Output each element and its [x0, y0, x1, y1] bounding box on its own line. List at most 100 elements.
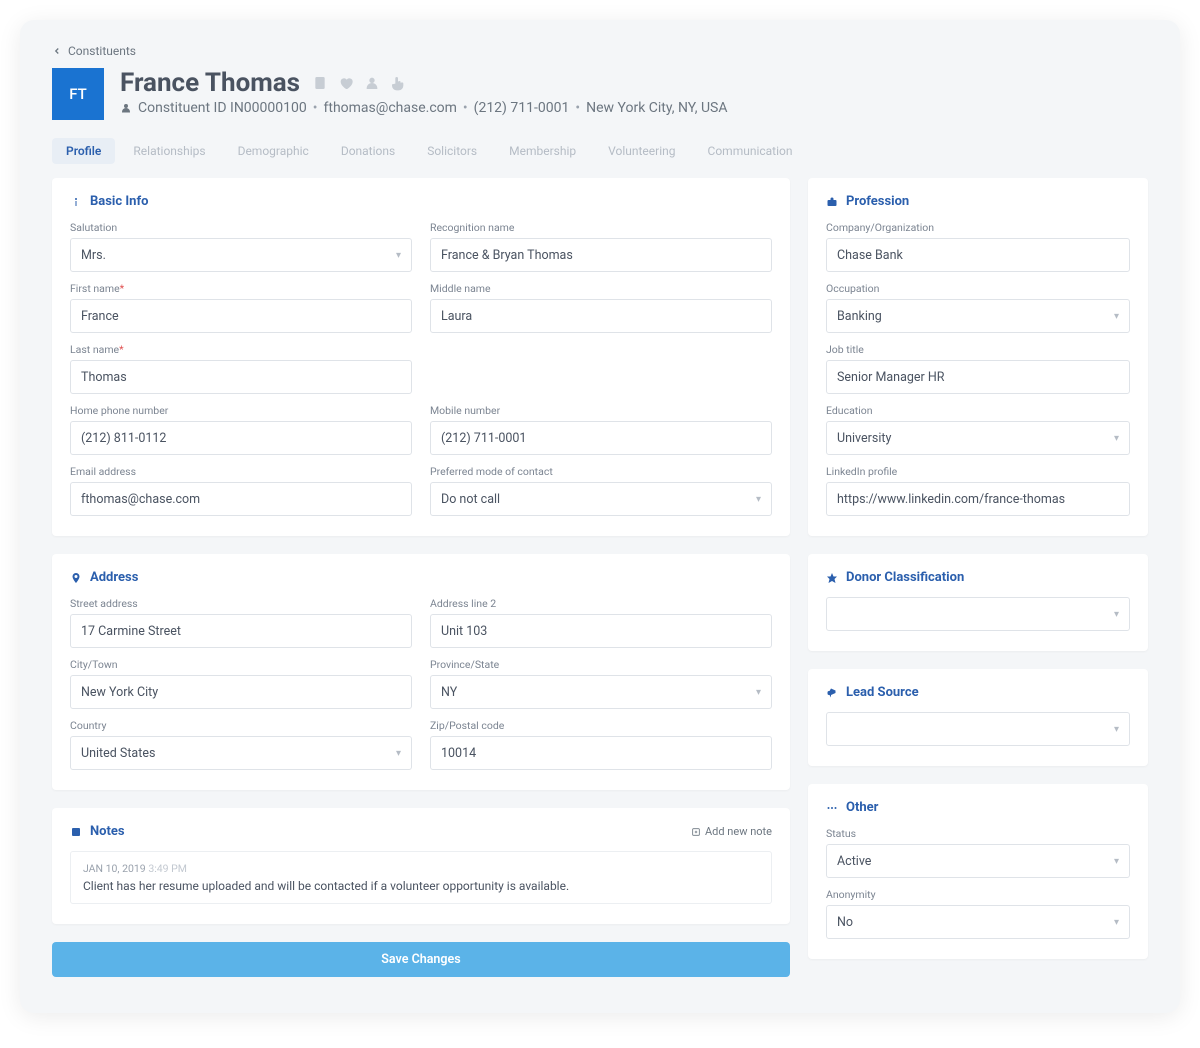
contact-mode-select[interactable]: Do not call▾ [430, 482, 772, 516]
tab-communication[interactable]: Communication [694, 138, 807, 164]
header-main: France Thomas Constituent ID IN00000100 … [120, 68, 1148, 116]
home-phone-input[interactable] [70, 421, 412, 455]
tab-demographic[interactable]: Demographic [224, 138, 323, 164]
status-select[interactable]: Active▾ [826, 844, 1130, 878]
status-value: Active [837, 854, 871, 869]
label-anonymity: Anonymity [826, 888, 1130, 901]
more-icon [826, 802, 838, 814]
field-last-name: Last name* [70, 343, 412, 394]
state-select[interactable]: NY▾ [430, 675, 772, 709]
last-name-input-el[interactable] [81, 370, 401, 385]
tab-relationships[interactable]: Relationships [119, 138, 219, 164]
company-input[interactable] [826, 238, 1130, 272]
avatar-initials: FT [69, 85, 87, 103]
zip-input-el[interactable] [441, 746, 761, 761]
header-email: fthomas@chase.com [324, 100, 457, 116]
line2-input[interactable] [430, 614, 772, 648]
profession-card: Profession Company/Organization Occupati… [808, 178, 1148, 536]
middle-name-input[interactable] [430, 299, 772, 333]
required-star: * [119, 343, 124, 356]
country-select[interactable]: United States▾ [70, 736, 412, 770]
company-input-el[interactable] [837, 248, 1119, 263]
donor-title: Donor Classification [826, 570, 1130, 585]
note-date: JAN 10, 2019 [83, 862, 146, 875]
label-last-name: Last name* [70, 343, 412, 356]
last-name-input[interactable] [70, 360, 412, 394]
street-input-el[interactable] [81, 624, 401, 639]
other-title-text: Other [846, 800, 878, 815]
line2-input-el[interactable] [441, 624, 761, 639]
label-recognition: Recognition name [430, 221, 772, 234]
person-icon [364, 75, 380, 91]
lead-source-select[interactable]: ▾ [826, 712, 1130, 746]
field-home-phone: Home phone number [70, 404, 412, 455]
first-name-input[interactable] [70, 299, 412, 333]
salutation-select[interactable]: Mrs.▾ [70, 238, 412, 272]
first-name-input-el[interactable] [81, 309, 401, 324]
header-tag-icons [312, 75, 406, 91]
star-icon [826, 572, 838, 584]
chevron-down-icon: ▾ [1114, 609, 1119, 620]
notes-title: Notes [70, 824, 125, 839]
donor-icon [338, 75, 354, 91]
lead-source-title-text: Lead Source [846, 685, 919, 700]
add-note-button[interactable]: Add new note [691, 825, 772, 838]
label-home-phone: Home phone number [70, 404, 412, 417]
field-zip: Zip/Postal code [430, 719, 772, 770]
mobile-input-el[interactable] [441, 431, 761, 446]
home-phone-input-el[interactable] [81, 431, 401, 446]
education-select[interactable]: University▾ [826, 421, 1130, 455]
save-button[interactable]: Save Changes [52, 942, 790, 977]
tab-membership[interactable]: Membership [495, 138, 590, 164]
email-input-el[interactable] [81, 492, 401, 507]
city-input-el[interactable] [81, 685, 401, 700]
donor-select[interactable]: ▾ [826, 597, 1130, 631]
header-phone: (212) 711-0001 [474, 100, 570, 116]
occupation-select[interactable]: Banking▾ [826, 299, 1130, 333]
notes-card: Notes Add new note JAN 10, 2019 3:49 PM … [52, 808, 790, 924]
linkedin-input[interactable] [826, 482, 1130, 516]
left-column: Basic Info Salutation Mrs.▾ Recognition … [52, 178, 790, 977]
country-value: United States [81, 746, 155, 761]
address-grid: Street address Address line 2 City/Town … [70, 597, 772, 770]
contact-mode-value: Do not call [441, 492, 500, 507]
field-contact-mode: Preferred mode of contact Do not call▾ [430, 465, 772, 516]
label-occupation: Occupation [826, 282, 1130, 295]
separator-dot: • [313, 100, 318, 116]
note-timestamp: JAN 10, 2019 3:49 PM [83, 862, 759, 875]
main-layout: Basic Info Salutation Mrs.▾ Recognition … [52, 178, 1148, 977]
linkedin-input-el[interactable] [837, 492, 1119, 507]
middle-name-input-el[interactable] [441, 309, 761, 324]
add-note-label: Add new note [705, 825, 772, 838]
tab-donations[interactable]: Donations [327, 138, 409, 164]
field-street: Street address [70, 597, 412, 648]
recognition-input-el[interactable] [441, 248, 761, 263]
street-input[interactable] [70, 614, 412, 648]
email-input[interactable] [70, 482, 412, 516]
field-occupation: Occupation Banking▾ [826, 282, 1130, 333]
app-shell: Constituents FT France Thomas Constituen… [20, 20, 1180, 1013]
zip-input[interactable] [430, 736, 772, 770]
jobtitle-input[interactable] [826, 360, 1130, 394]
salutation-value: Mrs. [81, 248, 106, 263]
notes-header: Notes Add new note [70, 824, 772, 839]
field-linkedin: LinkedIn profile [826, 465, 1130, 516]
jobtitle-input-el[interactable] [837, 370, 1119, 385]
tab-volunteering[interactable]: Volunteering [594, 138, 689, 164]
header-subline: Constituent ID IN00000100 • fthomas@chas… [120, 100, 1148, 116]
profession-title-text: Profession [846, 194, 909, 209]
tab-profile[interactable]: Profile [52, 138, 115, 164]
field-city: City/Town [70, 658, 412, 709]
mobile-input[interactable] [430, 421, 772, 455]
note-time: 3:49 PM [148, 862, 187, 875]
city-input[interactable] [70, 675, 412, 709]
basic-info-title-text: Basic Info [90, 194, 148, 209]
recognition-input[interactable] [430, 238, 772, 272]
tab-solicitors[interactable]: Solicitors [413, 138, 491, 164]
label-country: Country [70, 719, 412, 732]
page-title: France Thomas [120, 68, 300, 98]
note-icon [70, 826, 82, 838]
field-anonymity: Anonymity No▾ [826, 888, 1130, 939]
anonymity-select[interactable]: No▾ [826, 905, 1130, 939]
breadcrumb[interactable]: Constituents [52, 44, 1148, 58]
